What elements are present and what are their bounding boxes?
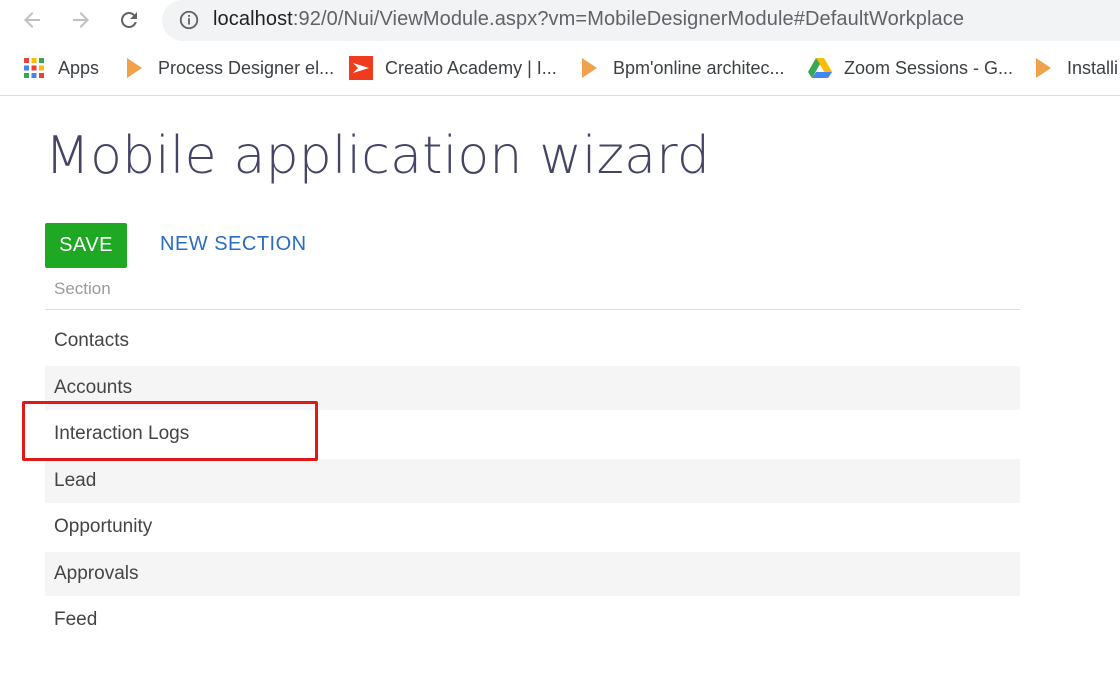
- bookmark-creatio-academy[interactable]: Creatio Academy | I...: [349, 56, 557, 80]
- apps-grid-icon: [22, 56, 46, 80]
- section-row-opportunity[interactable]: Opportunity: [45, 505, 1020, 549]
- back-button[interactable]: [18, 6, 46, 34]
- section-column-header: Section: [54, 279, 111, 298]
- section-row-contacts[interactable]: Contacts: [45, 319, 1020, 363]
- bookmark-label: Zoom Sessions - G...: [844, 57, 1014, 78]
- bookmark-play-icon: [122, 56, 146, 80]
- bookmarks-bar: Apps Process Designer el... Creatio Acad…: [0, 48, 1120, 88]
- reload-icon: [121, 11, 137, 28]
- bookmark-label: Bpm'online architec...: [613, 57, 785, 78]
- section-list: Contacts Accounts Interaction Logs Lead …: [45, 319, 1020, 645]
- section-row-approvals[interactable]: Approvals: [45, 551, 1020, 596]
- reload-button[interactable]: [115, 6, 143, 34]
- url-host: localhost: [213, 8, 293, 30]
- bookmark-label: Process Designer el...: [158, 57, 335, 78]
- bookmark-zoom-sessions[interactable]: Zoom Sessions - G...: [808, 56, 1013, 80]
- info-icon[interactable]: [178, 9, 200, 36]
- header-divider: [45, 309, 1020, 310]
- arrow-right-icon: [73, 12, 89, 28]
- save-button[interactable]: SAVE: [45, 223, 127, 268]
- bookmark-label: Creatio Academy | I...: [385, 57, 557, 78]
- section-row-lead[interactable]: Lead: [45, 458, 1020, 503]
- chrome-divider: [0, 95, 1120, 96]
- bookmark-bpmonline[interactable]: Bpm'online architec...: [577, 56, 785, 80]
- bookmark-process-designer[interactable]: Process Designer el...: [122, 56, 334, 80]
- page-title: Mobile application wizard: [45, 126, 711, 186]
- bookmark-installing[interactable]: Installi: [1031, 56, 1118, 80]
- new-section-button[interactable]: NEW SECTION: [160, 233, 307, 256]
- url-path: :92/0/Nui/ViewModule.aspx?vm=MobileDesig…: [292, 8, 965, 30]
- forward-button[interactable]: [67, 6, 95, 34]
- arrow-left-icon: [24, 12, 40, 28]
- bookmark-play-icon: [577, 56, 601, 80]
- bookmark-play-icon: [1031, 56, 1055, 80]
- browser-toolbar: localhost:92/0/Nui/ViewModule.aspx?vm=Mo…: [0, 0, 1120, 42]
- url-text[interactable]: localhost:92/0/Nui/ViewModule.aspx?vm=Mo…: [213, 8, 964, 31]
- bookmark-label: Installi: [1067, 57, 1119, 78]
- bookmark-label: Apps: [58, 57, 100, 78]
- section-row-feed[interactable]: Feed: [45, 598, 1020, 642]
- google-drive-icon: [808, 56, 832, 80]
- highlight-box: [22, 401, 318, 461]
- bookmark-apps[interactable]: Apps: [22, 56, 99, 80]
- creatio-logo-icon: [349, 56, 373, 80]
